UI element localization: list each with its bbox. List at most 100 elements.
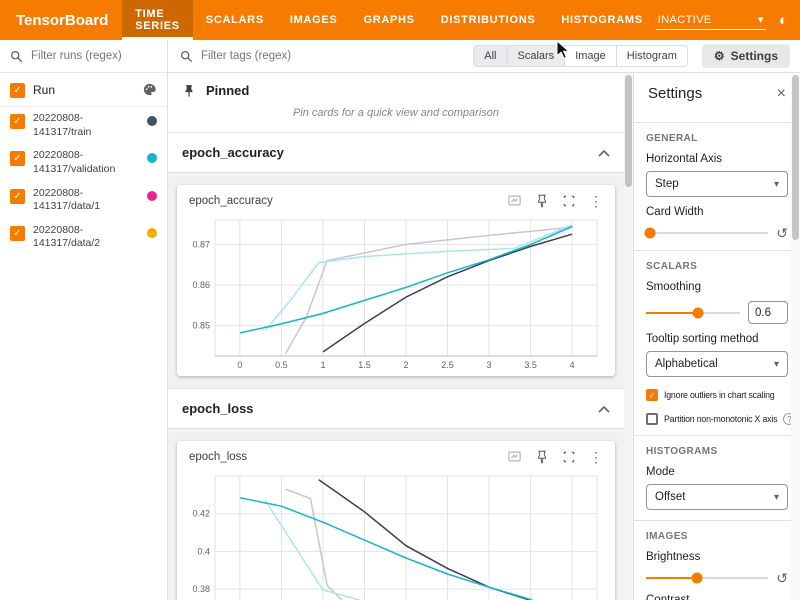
chip-image[interactable]: Image	[564, 45, 617, 67]
pinned-hint-text: Pin cards for a quick view and compariso…	[168, 100, 624, 133]
chevron-down-icon: ▾	[774, 492, 779, 503]
section-header-epoch-loss[interactable]: epoch_loss	[168, 389, 624, 429]
general-heading: GENERAL	[646, 133, 788, 144]
tag-filter-toolbar: All Scalars Image Histogram ⚙ Settings	[168, 40, 800, 73]
svg-text:0.42: 0.42	[192, 509, 210, 519]
tab-histograms[interactable]: HISTOGRAMS	[548, 0, 655, 40]
svg-text:0.5: 0.5	[275, 360, 288, 370]
brightness-control: ↺	[646, 571, 788, 585]
chip-scalars[interactable]: Scalars	[507, 45, 566, 67]
runs-filter-input[interactable]	[31, 50, 149, 62]
run-label: 20220808-141317/data/2	[33, 224, 139, 251]
run-row-train[interactable]: ✓ 20220808-141317/train	[0, 107, 167, 144]
settings-scrollbar-thumb[interactable]	[792, 75, 799, 240]
partition-x-axis-row: Partition non-monotonic X axis ?	[646, 413, 788, 425]
card-title: epoch_accuracy	[189, 195, 273, 207]
divider	[634, 250, 800, 251]
scalar-card-epoch-loss: epoch_loss ⋮ 00.511.522.53	[177, 441, 615, 600]
scalars-heading: SCALARS	[646, 261, 788, 272]
run-checkbox[interactable]: ✓	[10, 151, 25, 166]
card-width-slider[interactable]	[646, 232, 768, 234]
divider	[634, 435, 800, 436]
histogram-mode-value: Offset	[655, 491, 685, 503]
section-header-epoch-accuracy[interactable]: epoch_accuracy	[168, 133, 624, 173]
chip-histogram[interactable]: Histogram	[616, 45, 688, 67]
reset-icon[interactable]: ↺	[776, 571, 788, 585]
pin-icon[interactable]	[535, 194, 549, 208]
svg-text:1: 1	[320, 360, 325, 370]
run-label: 20220808-141317/validation	[33, 149, 139, 176]
run-color-dot[interactable]	[147, 191, 157, 201]
fullscreen-icon[interactable]	[562, 194, 576, 208]
histogram-mode-select[interactable]: Offset ▾	[646, 484, 788, 510]
ignore-outliers-row: ✓ Ignore outliers in chart scaling	[646, 389, 788, 401]
chevron-up-icon[interactable]	[598, 149, 610, 157]
tab-images[interactable]: IMAGES	[277, 0, 351, 40]
reload-status-value: INACTIVE	[658, 14, 712, 26]
chip-all[interactable]: All	[473, 45, 507, 67]
ignore-outliers-checkbox[interactable]: ✓	[646, 389, 658, 401]
card-width-label: Card Width	[646, 206, 788, 218]
tags-filter-input[interactable]	[201, 50, 351, 62]
run-color-dot[interactable]	[147, 116, 157, 126]
run-color-dot[interactable]	[147, 153, 157, 163]
section-body-epoch-accuracy: epoch_accuracy ⋮ 00.511.52	[168, 173, 624, 389]
images-heading: IMAGES	[646, 531, 788, 542]
search-icon	[180, 50, 193, 63]
reload-status-select[interactable]: INACTIVE ▾	[656, 10, 766, 30]
run-row-data-1[interactable]: ✓ 20220808-141317/data/1	[0, 182, 167, 219]
pin-icon[interactable]	[535, 450, 549, 464]
run-row-data-2[interactable]: ✓ 20220808-141317/data/2	[0, 219, 167, 256]
svg-text:0.4: 0.4	[197, 546, 210, 556]
run-checkbox[interactable]: ✓	[10, 189, 25, 204]
svg-text:1.5: 1.5	[358, 360, 371, 370]
run-row-validation[interactable]: ✓ 20220808-141317/validation	[0, 144, 167, 181]
partition-x-axis-checkbox[interactable]	[646, 413, 658, 425]
run-color-dot[interactable]	[147, 228, 157, 238]
epoch-accuracy-chart[interactable]: 00.511.522.533.540.850.860.87	[181, 212, 611, 374]
more-options-icon[interactable]: ⋮	[589, 450, 603, 464]
fit-chart-icon[interactable]	[507, 449, 522, 464]
tab-time-series[interactable]: TIME SERIES	[122, 0, 193, 40]
reset-icon[interactable]: ↺	[776, 226, 788, 240]
chevron-down-icon: ▾	[758, 13, 764, 26]
tags-filter	[168, 40, 359, 72]
runs-sidebar: ✓ Run ✓ 20220808-141317/train ✓ 20220808…	[0, 40, 168, 600]
pinned-title: Pinned	[206, 83, 249, 98]
fit-chart-icon[interactable]	[507, 193, 522, 208]
run-checkbox[interactable]: ✓	[10, 226, 25, 241]
tab-graphs[interactable]: GRAPHS	[350, 0, 427, 40]
tooltip-sorting-label: Tooltip sorting method	[646, 333, 788, 345]
settings-title: Settings	[648, 85, 702, 102]
settings-scrollbar[interactable]	[791, 73, 800, 600]
chevron-down-icon: ▾	[774, 359, 779, 370]
run-select-all-checkbox[interactable]: ✓	[10, 83, 25, 98]
theme-toggle-icon[interactable]: ◐	[779, 13, 788, 28]
tab-distributions[interactable]: DISTRIBUTIONS	[428, 0, 549, 40]
chevron-up-icon[interactable]	[598, 405, 610, 413]
section-body-epoch-loss: epoch_loss ⋮ 00.511.522.53	[168, 429, 624, 600]
brightness-slider[interactable]	[646, 577, 768, 579]
brightness-label: Brightness	[646, 551, 788, 563]
main-scrollbar[interactable]	[624, 73, 633, 600]
more-options-icon[interactable]: ⋮	[589, 194, 603, 208]
svg-text:2.5: 2.5	[441, 360, 454, 370]
fullscreen-icon[interactable]	[562, 450, 576, 464]
smoothing-value-input[interactable]: 0.6	[748, 301, 788, 324]
runs-filter	[0, 40, 167, 73]
palette-icon[interactable]	[142, 82, 157, 97]
close-icon[interactable]: ×	[777, 86, 786, 102]
runs-header-label: Run	[33, 83, 55, 97]
contrast-label: Contrast	[646, 594, 788, 600]
main-scrollbar-thumb[interactable]	[625, 75, 632, 187]
settings-button-label: Settings	[731, 49, 778, 63]
epoch-loss-chart[interactable]: 00.511.522.533.540.420.40.380.36	[181, 468, 611, 600]
tab-scalars[interactable]: SCALARS	[193, 0, 277, 40]
smoothing-label: Smoothing	[646, 281, 788, 293]
svg-text:0: 0	[237, 360, 242, 370]
run-checkbox[interactable]: ✓	[10, 114, 25, 129]
smoothing-slider[interactable]	[646, 312, 740, 314]
horizontal-axis-select[interactable]: Step ▾	[646, 171, 788, 197]
tooltip-sorting-select[interactable]: Alphabetical ▾	[646, 351, 788, 377]
settings-button[interactable]: ⚙ Settings	[702, 44, 790, 68]
